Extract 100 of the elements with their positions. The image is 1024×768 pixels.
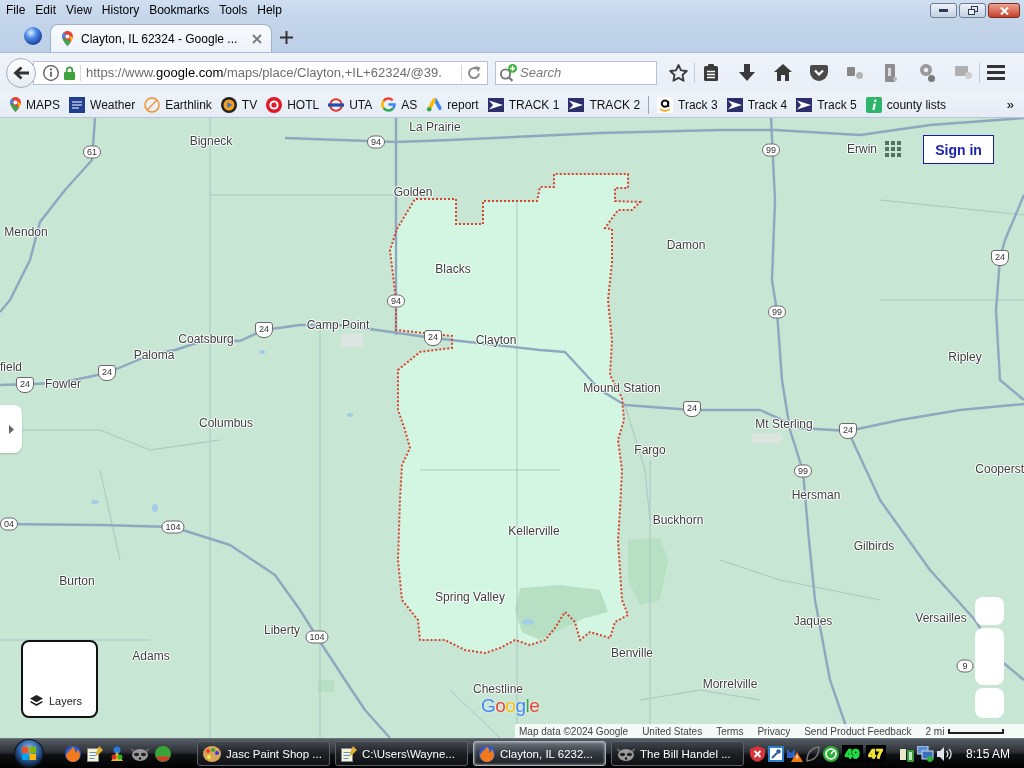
bookmark-item[interactable]: Earthlink [141, 94, 215, 115]
download-icon [739, 64, 755, 81]
place-label: Golden [393, 185, 433, 199]
four-pane-logo-icon [22, 747, 36, 760]
bookmarks-overflow-button[interactable]: » [1002, 97, 1018, 112]
place-label: Morrelville [702, 677, 758, 691]
fox-globe-icon[interactable] [65, 745, 81, 762]
browser-tab[interactable]: Clayton, IL 62324 - Google ... [50, 24, 272, 52]
palette-icon [203, 745, 221, 762]
lock-icon[interactable] [64, 65, 75, 80]
taskbar-button[interactable]: C:\Users\Wayne... [335, 741, 468, 766]
clock-text[interactable]: 8:15 AM [965, 746, 1010, 761]
arrow-tile-icon [568, 97, 585, 112]
footer-link[interactable]: Send Product Feedback [804, 725, 912, 737]
place-label: Liberty [264, 623, 300, 637]
bookmark-item[interactable]: HOTL [263, 94, 323, 115]
g-logo-icon [381, 97, 397, 112]
leaf-icon[interactable] [806, 745, 821, 762]
place-label: Clayton [475, 333, 517, 347]
close-icon[interactable] [252, 33, 262, 44]
bookmark-item[interactable]: TV [217, 94, 261, 115]
gauge-circle-icon[interactable] [823, 745, 840, 762]
play-circle-icon [220, 96, 237, 113]
layers-button[interactable]: Layers [21, 640, 98, 718]
speaker-icon[interactable] [936, 746, 953, 761]
plus-icon[interactable] [280, 31, 293, 44]
slanted-bars-icon [426, 97, 443, 112]
extension-icon [847, 66, 863, 79]
bookmark-item[interactable]: report [423, 95, 482, 114]
raccoon-icon [617, 746, 635, 761]
ball-icon[interactable] [155, 745, 171, 762]
bookmark-item[interactable]: Track 4 [723, 95, 791, 114]
place-label: Buckhorn [652, 513, 704, 527]
bookmark-item[interactable]: AS [378, 95, 421, 114]
footer-link[interactable]: United States [642, 725, 703, 737]
bookmark-item[interactable]: MAPS [7, 95, 63, 114]
bookmark-item[interactable]: TRACK 1 [484, 95, 563, 114]
menu-item[interactable]: History [96, 2, 145, 18]
layers-icon [30, 695, 43, 707]
smile-logo-icon [657, 96, 674, 113]
map-pin-icon [62, 31, 73, 46]
side-panel-toggle[interactable] [0, 405, 22, 453]
scale-label[interactable]: 2 mi [925, 725, 945, 737]
info-icon[interactable] [43, 64, 59, 81]
search-field[interactable]: Search [495, 60, 657, 85]
pond [91, 500, 99, 504]
map-pin-icon [10, 97, 21, 112]
footer-link[interactable]: Terms [716, 725, 744, 737]
scale-bar [948, 728, 1005, 734]
place-label: Kellerville [508, 524, 560, 538]
sign-in-button[interactable]: Sign in [923, 135, 994, 164]
apps-grid-icon[interactable] [885, 141, 901, 157]
bookmark-item[interactable]: UTA [325, 95, 376, 114]
taskbar-button[interactable]: Jasc Paint Shop ... [197, 741, 330, 766]
menu-item[interactable]: Tools [214, 2, 253, 18]
taskbar-button[interactable]: The Bill Handel ... [611, 741, 744, 766]
place-label: Fowler [45, 377, 81, 391]
place-label: Damon [666, 238, 706, 252]
network-icon[interactable] [916, 745, 934, 762]
restore-button[interactable] [959, 3, 986, 18]
menu-item[interactable]: View [61, 2, 97, 18]
bookmark-item[interactable]: county lists [862, 94, 950, 115]
reload-icon[interactable] [467, 65, 481, 80]
minimize-button[interactable] [930, 3, 957, 18]
footer-link[interactable]: Privacy [757, 725, 791, 737]
place-label: Benville [611, 646, 653, 660]
extension-icon [919, 63, 935, 82]
menu-item[interactable]: Bookmarks [144, 2, 215, 18]
arrow-tile-icon [726, 97, 743, 112]
colorful-figure-icon[interactable] [109, 745, 125, 762]
taskbar-button[interactable]: Clayton, IL 6232... [473, 741, 606, 766]
close-button[interactable] [988, 3, 1020, 18]
place-label: Paloma [133, 348, 175, 362]
start-button[interactable] [14, 739, 44, 768]
tool-tile-icon[interactable] [768, 745, 785, 762]
menu-item[interactable]: Help [252, 2, 287, 18]
google-logo: Google [481, 697, 540, 715]
menu-item[interactable]: File [1, 2, 31, 18]
bookmark-item[interactable]: TRACK 2 [565, 95, 644, 114]
place-label: Spring Valley [435, 590, 505, 604]
menu-item[interactable]: Edit [30, 2, 62, 18]
bookmark-item[interactable]: Weather [66, 94, 139, 115]
back-button[interactable] [6, 57, 36, 88]
shield-x-icon[interactable] [750, 745, 766, 762]
bookmark-item[interactable]: Track 3 [654, 94, 721, 115]
place-label: Bigneck [189, 134, 233, 148]
menu-icon [987, 65, 1005, 80]
arrow-tile-icon [487, 97, 504, 112]
orb-icon[interactable] [24, 27, 42, 45]
slashed-ring-icon [144, 96, 161, 113]
fox-globe-icon [479, 745, 495, 762]
address-field[interactable]: https://www.google.com/maps/place/Clayton,+IL+62324/@39. [33, 60, 488, 85]
star-icon [668, 63, 688, 82]
place-label: Hersman [791, 488, 841, 502]
notepad-icon[interactable] [87, 745, 103, 762]
place-label: Burton [59, 574, 95, 588]
place-label: Jaques [793, 614, 833, 628]
close-icon [999, 6, 1009, 15]
raccoon-icon[interactable] [131, 746, 149, 761]
bookmark-item[interactable]: Track 5 [793, 95, 860, 114]
